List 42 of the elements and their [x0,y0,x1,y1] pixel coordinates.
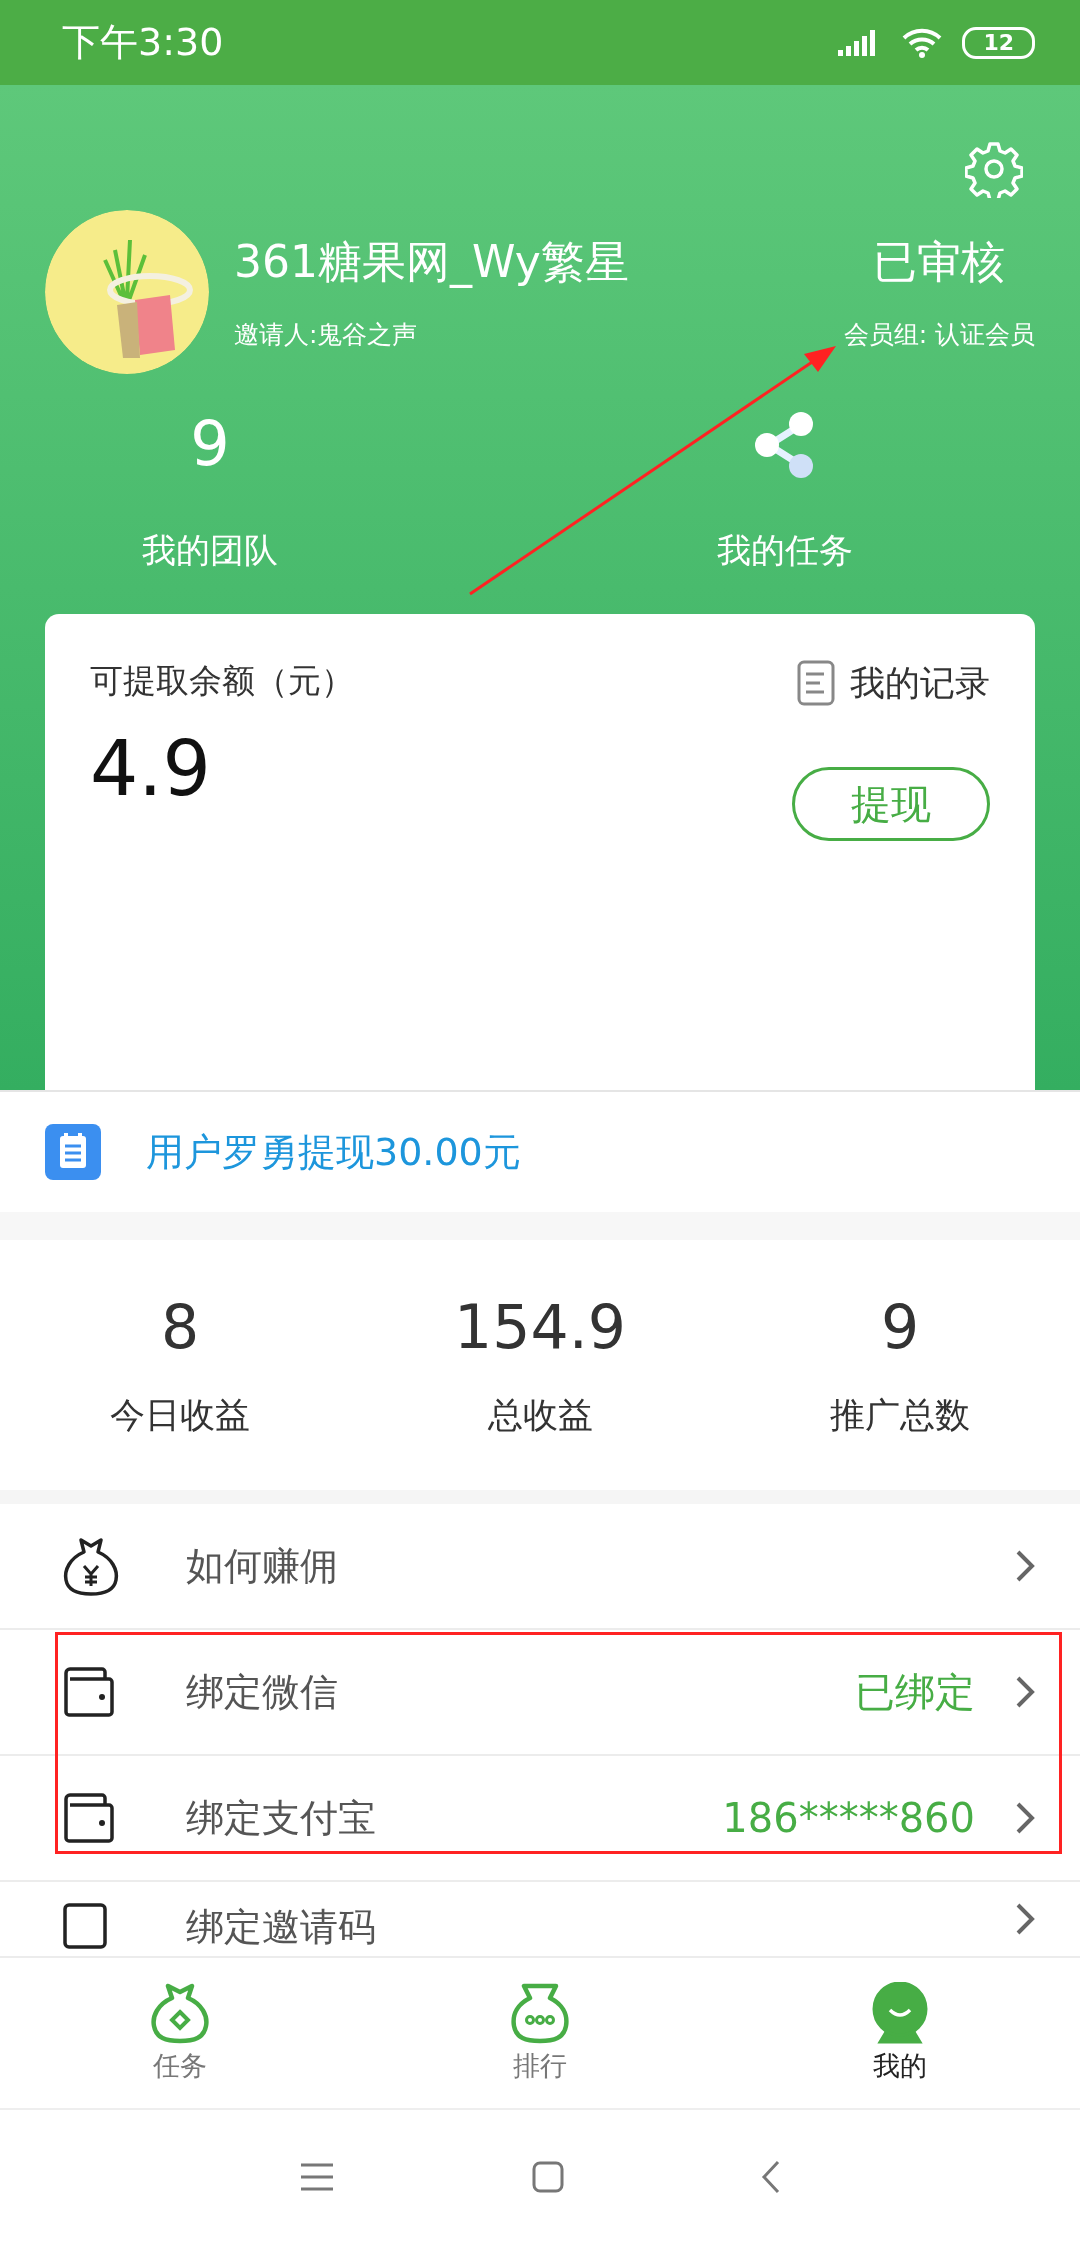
menu-item[interactable]: 如何赚佣 [0,1504,1080,1630]
stat-label: 总收益 [487,1393,593,1437]
document-icon[interactable] [796,659,836,707]
notice-text: 用户罗勇提现30.00元 [146,1128,521,1176]
clock: 下午3:30 [62,19,224,66]
tab[interactable]: 我的 [720,1958,1080,2108]
stat-label: 推广总数 [830,1393,970,1437]
binding-status: 已绑定 [855,1667,975,1717]
money-bag-icon [62,1536,120,1596]
review-status: 已审核 [873,235,1006,289]
menu-item[interactable]: 绑定微信 已绑定 [0,1630,1080,1756]
chevron-right-icon [1015,1675,1035,1709]
balance-label: 可提取余额（元） [90,660,354,702]
battery-indicator: 12 [962,26,1035,59]
menu-item[interactable]: 绑定支付宝 186*****860 [0,1756,1080,1882]
home-icon[interactable] [532,2161,564,2193]
square-icon [62,1902,108,1950]
stat-value: 154.9 [454,1291,626,1362]
binding-status: 186*****860 [722,1795,975,1841]
chevron-right-icon [1015,1801,1035,1835]
notepad-icon [45,1124,101,1180]
stat-label: 今日收益 [110,1393,250,1437]
records-link[interactable]: 我的记录 [850,659,990,707]
money-bag-icon [150,1982,210,2044]
wallet-icon [62,1792,116,1844]
tab[interactable]: 排行 [360,1958,720,2108]
inviter-text: 邀请人:鬼谷之声 [234,319,419,351]
balance-amount: 4.9 [90,724,212,813]
wifi-icon [902,27,943,58]
wallet-icon [62,1666,116,1718]
back-icon[interactable] [761,2160,782,2194]
member-group: 会员组: 认证会员 [843,318,1035,351]
user-name: 361糖果网_Wy繁星 [234,235,630,290]
chevron-right-icon [1015,1549,1035,1583]
stat-value: 9 [880,1291,920,1362]
smiley-icon [870,1982,930,2044]
chevron-right-icon [1015,1902,1035,1936]
menu-icon[interactable] [298,2162,335,2192]
stat-value: 8 [160,1291,200,1362]
menu-item[interactable]: 绑定邀请码 [0,1882,1080,1958]
tab[interactable]: 任务 [0,1958,360,2108]
jar-icon [510,1982,570,2044]
